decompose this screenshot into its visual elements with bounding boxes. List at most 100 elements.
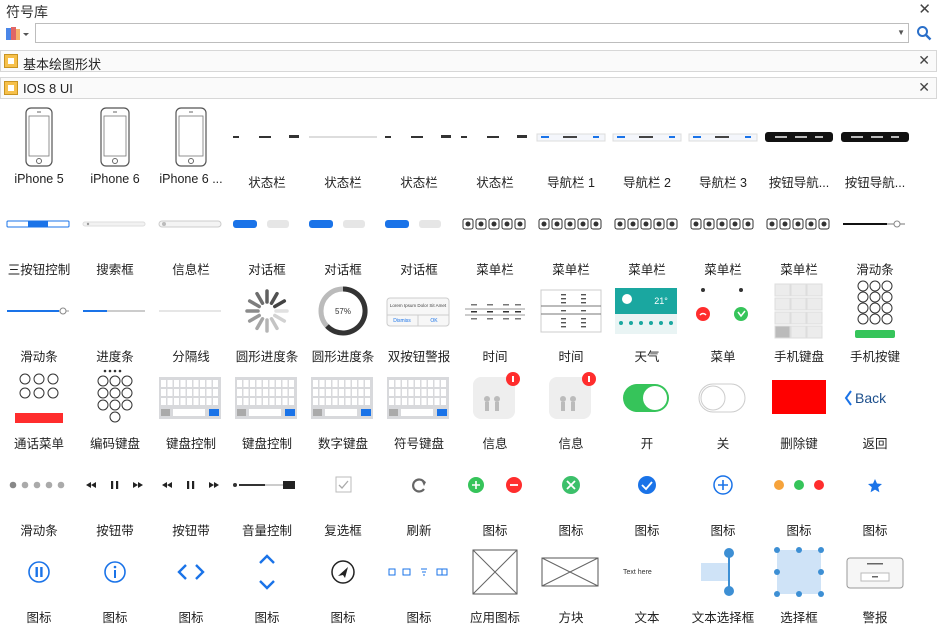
text-sample: Text here xyxy=(623,569,652,576)
search-row: ▼ xyxy=(0,22,939,46)
search-input[interactable]: ▼ xyxy=(35,23,909,43)
shape-item[interactable]: 导航栏 3 xyxy=(685,102,761,190)
media-controls-icon xyxy=(77,452,153,518)
shape-item[interactable]: 信息 xyxy=(533,363,609,451)
folder-icon xyxy=(4,54,18,68)
chevron-down-icon[interactable]: ▼ xyxy=(897,28,905,37)
shape-item[interactable]: 进度条 xyxy=(77,276,153,364)
shape-item[interactable]: 文本选择框 xyxy=(685,537,761,625)
shape-item[interactable]: 通话菜单 xyxy=(1,363,77,451)
shape-item[interactable]: 导航栏 1 xyxy=(533,102,609,190)
shape-label: 方块 xyxy=(558,611,584,625)
status-bar-icon xyxy=(229,104,305,170)
shape-item[interactable]: 分隔线 xyxy=(153,276,229,364)
shape-item[interactable]: 时间 xyxy=(533,276,609,364)
iphone6-icon xyxy=(77,104,153,170)
shape-item[interactable]: 图标 xyxy=(77,537,153,625)
shape-item[interactable]: 手机键盘 xyxy=(761,276,837,364)
shape-item[interactable]: 删除键 xyxy=(761,363,837,451)
shape-item[interactable]: 导航栏 2 xyxy=(609,102,685,190)
shape-item[interactable]: 信息 xyxy=(457,363,533,451)
media-controls-icon xyxy=(153,452,229,518)
shape-item[interactable]: 菜单栏 xyxy=(533,189,609,277)
shape-item[interactable]: 图标 xyxy=(229,537,305,625)
shape-item[interactable]: 图标 xyxy=(609,450,685,538)
shape-item[interactable]: 图标 xyxy=(1,537,77,625)
shape-item[interactable]: 数字键盘 xyxy=(305,363,381,451)
section-ios8-ui[interactable]: IOS 8 UI ✕ xyxy=(0,77,937,99)
shape-item[interactable]: 时间 xyxy=(457,276,533,364)
shape-item[interactable]: 图标 xyxy=(685,450,761,538)
iphone6plus-icon xyxy=(153,104,229,170)
window-title: 符号库 xyxy=(6,4,48,20)
shape-item[interactable]: 音量控制 xyxy=(229,450,305,538)
dialog-icon xyxy=(305,191,381,257)
shape-item[interactable]: 圆形进度条 xyxy=(229,276,305,364)
shape-item[interactable]: 菜单栏 xyxy=(761,189,837,277)
shape-item[interactable]: 应用图标 xyxy=(457,537,533,625)
shape-item[interactable]: 对话框 xyxy=(229,189,305,277)
shape-item[interactable]: 对话框 xyxy=(305,189,381,277)
shape-item[interactable]: 状态栏 xyxy=(381,102,457,190)
shape-item[interactable]: iPhone 6 xyxy=(77,102,153,189)
shape-item[interactable]: Lorem Ipsum Dolor Sit Amet Dismiss OK 双按钮警报 xyxy=(381,276,457,364)
shape-item[interactable]: 三按钮控制 xyxy=(1,189,77,277)
shape-item[interactable]: 图标 xyxy=(533,450,609,538)
shape-item[interactable]: 手机按键 xyxy=(837,276,913,364)
shape-item[interactable]: 21° 天气 xyxy=(609,276,685,364)
shape-item[interactable]: 滑动条 xyxy=(837,189,913,277)
shape-item[interactable]: 菜单栏 xyxy=(457,189,533,277)
checkbox-icon xyxy=(305,452,381,518)
section-basic-shapes[interactable]: 基本绘图形状 ✕ xyxy=(0,50,937,72)
shape-item[interactable]: 图标 xyxy=(457,450,533,538)
shape-item[interactable]: 状态栏 xyxy=(229,102,305,190)
delete-key-icon xyxy=(761,365,837,431)
shape-item[interactable]: iPhone 5 xyxy=(1,102,77,189)
keyboard-icon xyxy=(305,365,381,431)
shape-item[interactable]: 信息栏 xyxy=(153,189,229,277)
shape-item[interactable]: 选择框 xyxy=(761,537,837,625)
shape-item[interactable]: 滑动条 xyxy=(1,450,77,538)
shape-item[interactable]: 图标 xyxy=(381,537,457,625)
shape-item[interactable]: 图标 xyxy=(837,450,913,538)
shape-item[interactable]: 复选框 xyxy=(305,450,381,538)
shape-item[interactable]: 菜单 xyxy=(685,276,761,364)
shape-item[interactable]: 按钮带 xyxy=(153,450,229,538)
shape-item[interactable]: 按钮导航... xyxy=(837,102,913,190)
shape-item[interactable]: iPhone 6 ... xyxy=(153,102,229,189)
shape-label: iPhone 6 ... xyxy=(159,172,223,186)
shape-item[interactable]: 对话框 xyxy=(381,189,457,277)
shape-item[interactable]: 按钮导航... xyxy=(761,102,837,190)
shape-item[interactable]: 图标 xyxy=(761,450,837,538)
shape-item[interactable]: Text here 文本 xyxy=(609,537,685,625)
shape-item[interactable]: 编码键盘 xyxy=(77,363,153,451)
shape-item[interactable]: 警报 xyxy=(837,537,913,625)
shape-item[interactable]: Back 返回 xyxy=(837,363,913,451)
shape-item[interactable]: 键盘控制 xyxy=(229,363,305,451)
shape-item[interactable]: 57% 圆形进度条 xyxy=(305,276,381,364)
shape-item[interactable]: 图标 xyxy=(153,537,229,625)
chevrons-up-down-icon xyxy=(229,539,305,605)
svg-text:Dismiss: Dismiss xyxy=(393,318,411,324)
shape-item[interactable]: 状态栏 xyxy=(457,102,533,190)
shape-item[interactable]: 刷新 xyxy=(381,450,457,538)
shape-item[interactable]: 菜单栏 xyxy=(685,189,761,277)
shape-item[interactable]: 状态栏 xyxy=(305,102,381,190)
shape-item[interactable]: 键盘控制 xyxy=(153,363,229,451)
close-icon[interactable]: ✕ xyxy=(918,1,931,19)
shape-item[interactable]: 图标 xyxy=(305,537,381,625)
shape-item[interactable]: 按钮带 xyxy=(77,450,153,538)
shape-item[interactable]: 符号键盘 xyxy=(381,363,457,451)
shape-item[interactable]: 方块 xyxy=(533,537,609,625)
close-section-icon[interactable]: ✕ xyxy=(918,52,930,69)
shape-item[interactable]: 滑动条 xyxy=(1,276,77,364)
shape-item[interactable]: 搜索框 xyxy=(77,189,153,277)
close-section-icon[interactable]: ✕ xyxy=(918,79,930,96)
shape-item[interactable]: 菜单栏 xyxy=(609,189,685,277)
library-picker-button[interactable] xyxy=(4,25,30,43)
section-label: 基本绘图形状 xyxy=(23,57,102,72)
shape-item[interactable]: 开 xyxy=(609,363,685,451)
phone-keypad-icon xyxy=(761,278,837,344)
search-icon[interactable] xyxy=(916,25,932,41)
shape-item[interactable]: 关 xyxy=(685,363,761,451)
